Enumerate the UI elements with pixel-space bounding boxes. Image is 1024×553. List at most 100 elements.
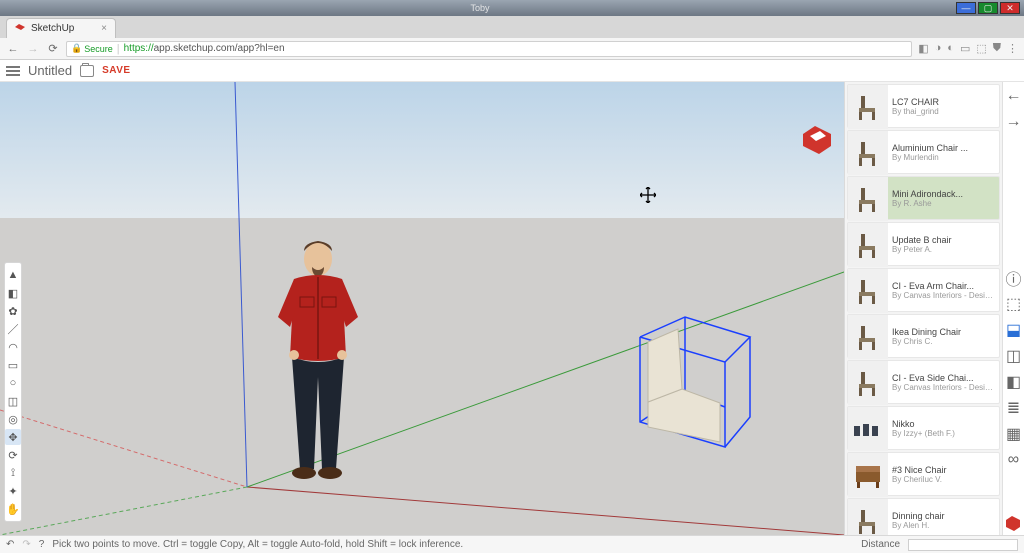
tools-toolbar: ▲ ◧ ✿ ／ ◠ ▭ ○ ◫ ◎ ✥ ⟳ ⟟ ✦ ✋ [4, 262, 22, 522]
sketchup-logo-icon [800, 122, 834, 161]
warehouse-result[interactable]: CI - Eva Side Chai...By Canvas Interiors… [847, 360, 1000, 404]
right-tray: ← → ⓘ ⬚ ⬓ ◫ ◧ ≣ ▦ ∞ [1002, 82, 1024, 535]
result-author: By Peter A. [892, 245, 995, 254]
folder-icon[interactable] [80, 65, 94, 77]
warehouse-result[interactable]: Update B chairBy Peter A. [847, 222, 1000, 266]
rectangle-tool[interactable]: ▭ [5, 357, 21, 373]
close-button[interactable]: ✕ [1000, 2, 1020, 14]
result-author: By Alen H. [892, 521, 995, 530]
extension-icon[interactable]: ◑ [935, 42, 942, 55]
save-button[interactable]: SAVE [102, 65, 131, 76]
warehouse-result[interactable]: CI - Eva Arm Chair...By Canvas Interiors… [847, 268, 1000, 312]
pan-tool[interactable]: ✋ [5, 501, 21, 517]
select-tool[interactable]: ▲ [5, 267, 21, 283]
result-title: Nikko [892, 419, 995, 429]
browser-extensions: ◧ ◑ ◐ ▭ ⬚ ⛊ ⋮ [918, 42, 1018, 55]
scale-figure [270, 237, 365, 492]
minimize-button[interactable]: — [956, 2, 976, 14]
back-button[interactable]: ← [6, 42, 20, 56]
status-bar: ↶ ↷ ? Pick two points to move. Ctrl = to… [0, 535, 1024, 553]
paint-tool[interactable]: ✿ [5, 303, 21, 319]
undo-icon[interactable]: ↶ [6, 539, 14, 550]
layers-icon[interactable]: ≣ [1006, 400, 1022, 416]
rotate-tool[interactable]: ⟳ [5, 447, 21, 463]
result-thumbnail [848, 315, 888, 359]
app-header: Untitled SAVE [0, 60, 1024, 82]
result-thumbnail [848, 223, 888, 267]
warehouse-result[interactable]: LC7 CHAIRBy thai_grind [847, 84, 1000, 128]
orbit-tool[interactable]: ✦ [5, 483, 21, 499]
sketchup-favicon-icon [15, 24, 25, 34]
browser-tab-strip: SketchUp × [0, 16, 1024, 38]
menu-button[interactable] [6, 66, 20, 76]
result-author: By Cheriluc V. [892, 475, 995, 484]
scenes-icon[interactable]: ▦ [1006, 426, 1022, 442]
browser-toolbar: ← → ⟳ 🔒 Secure | https://app.sketchup.co… [0, 38, 1024, 60]
result-title: Ikea Dining Chair [892, 327, 995, 337]
result-author: By thai_grind [892, 107, 995, 116]
os-window-title: Toby [4, 3, 956, 13]
eraser-tool[interactable]: ◧ [5, 285, 21, 301]
tape-tool[interactable]: ⟟ [5, 465, 21, 481]
measurement-input[interactable] [908, 539, 1018, 551]
warehouse-result[interactable]: Mini Adirondack...By R. Ashe [847, 176, 1000, 220]
pushpull-tool[interactable]: ◫ [5, 393, 21, 409]
circle-tool[interactable]: ○ [5, 375, 21, 391]
result-thumbnail [848, 499, 888, 535]
result-author: By Murlendin [892, 153, 995, 162]
info-icon[interactable]: ⓘ [1006, 270, 1022, 286]
warehouse-result[interactable]: Dinning chairBy Alen H. [847, 498, 1000, 535]
url-text: https://app.sketchup.com/app?hl=en [124, 43, 285, 54]
warehouse-result[interactable]: #3 Nice ChairBy Cheriluc V. [847, 452, 1000, 496]
extension-icon[interactable]: ◧ [918, 42, 928, 55]
result-thumbnail [848, 177, 888, 221]
result-thumbnail [848, 453, 888, 497]
arc-tool[interactable]: ◠ [5, 339, 21, 355]
extension-icon[interactable]: ▭ [960, 42, 970, 55]
address-bar[interactable]: 🔒 Secure | https://app.sketchup.com/app?… [66, 41, 912, 57]
result-title: Aluminium Chair ... [892, 143, 995, 153]
distance-label: Distance [861, 539, 900, 550]
offset-tool[interactable]: ◎ [5, 411, 21, 427]
result-thumbnail [848, 85, 888, 129]
warehouse-result[interactable]: Aluminium Chair ...By Murlendin [847, 130, 1000, 174]
browser-tab[interactable]: SketchUp × [6, 18, 116, 38]
display-icon[interactable]: ∞ [1006, 452, 1022, 468]
instructor-icon[interactable]: ⬚ [1006, 296, 1022, 312]
extension-icon[interactable]: ⛊ [993, 42, 1001, 55]
close-tab-icon[interactable]: × [101, 23, 107, 34]
menu-icon[interactable]: ⋮ [1007, 42, 1018, 55]
result-title: LC7 CHAIR [892, 97, 995, 107]
os-window-controls: — ▢ ✕ [956, 2, 1020, 14]
styles-icon[interactable]: ◧ [1006, 374, 1022, 390]
result-author: By Canvas Interiors - Designer [892, 291, 995, 300]
warehouse-result[interactable]: NikkoBy Izzy+ (Beth F.) [847, 406, 1000, 450]
reload-button[interactable]: ⟳ [46, 42, 60, 56]
placed-component[interactable] [630, 307, 760, 462]
materials-icon[interactable]: ◫ [1006, 348, 1022, 364]
forward-button[interactable]: → [26, 42, 40, 56]
result-title: Dinning chair [892, 511, 995, 521]
extension-icon[interactable]: ⬚ [976, 42, 986, 55]
help-icon[interactable]: ? [39, 539, 45, 550]
lock-icon: 🔒 Secure [71, 43, 113, 54]
redo-icon[interactable]: ↷ [22, 539, 30, 550]
result-author: By Chris C. [892, 337, 995, 346]
result-thumbnail [848, 269, 888, 313]
tray-forward-icon[interactable]: → [1006, 114, 1022, 130]
maximize-button[interactable]: ▢ [978, 2, 998, 14]
line-tool[interactable]: ／ [5, 321, 21, 337]
viewport[interactable]: ▲ ◧ ✿ ／ ◠ ▭ ○ ◫ ◎ ✥ ⟳ ⟟ ✦ ✋ [0, 82, 844, 535]
result-author: By Canvas Interiors - Designer [892, 383, 995, 392]
components-icon[interactable]: ⬓ [1006, 322, 1022, 338]
result-author: By Izzy+ (Beth F.) [892, 429, 995, 438]
warehouse-results-panel[interactable]: LC7 CHAIRBy thai_grindAluminium Chair ..… [844, 82, 1002, 535]
tray-back-icon[interactable]: ← [1006, 88, 1022, 104]
result-author: By R. Ashe [892, 199, 995, 208]
extension-icon[interactable]: ◐ [947, 42, 954, 55]
move-tool[interactable]: ✥ [5, 429, 21, 445]
sketchup-tray-icon[interactable] [1005, 515, 1021, 531]
result-title: Mini Adirondack... [892, 189, 995, 199]
workspace: ▲ ◧ ✿ ／ ◠ ▭ ○ ◫ ◎ ✥ ⟳ ⟟ ✦ ✋ LC7 CHAIRBy … [0, 82, 1024, 535]
warehouse-result[interactable]: Ikea Dining ChairBy Chris C. [847, 314, 1000, 358]
